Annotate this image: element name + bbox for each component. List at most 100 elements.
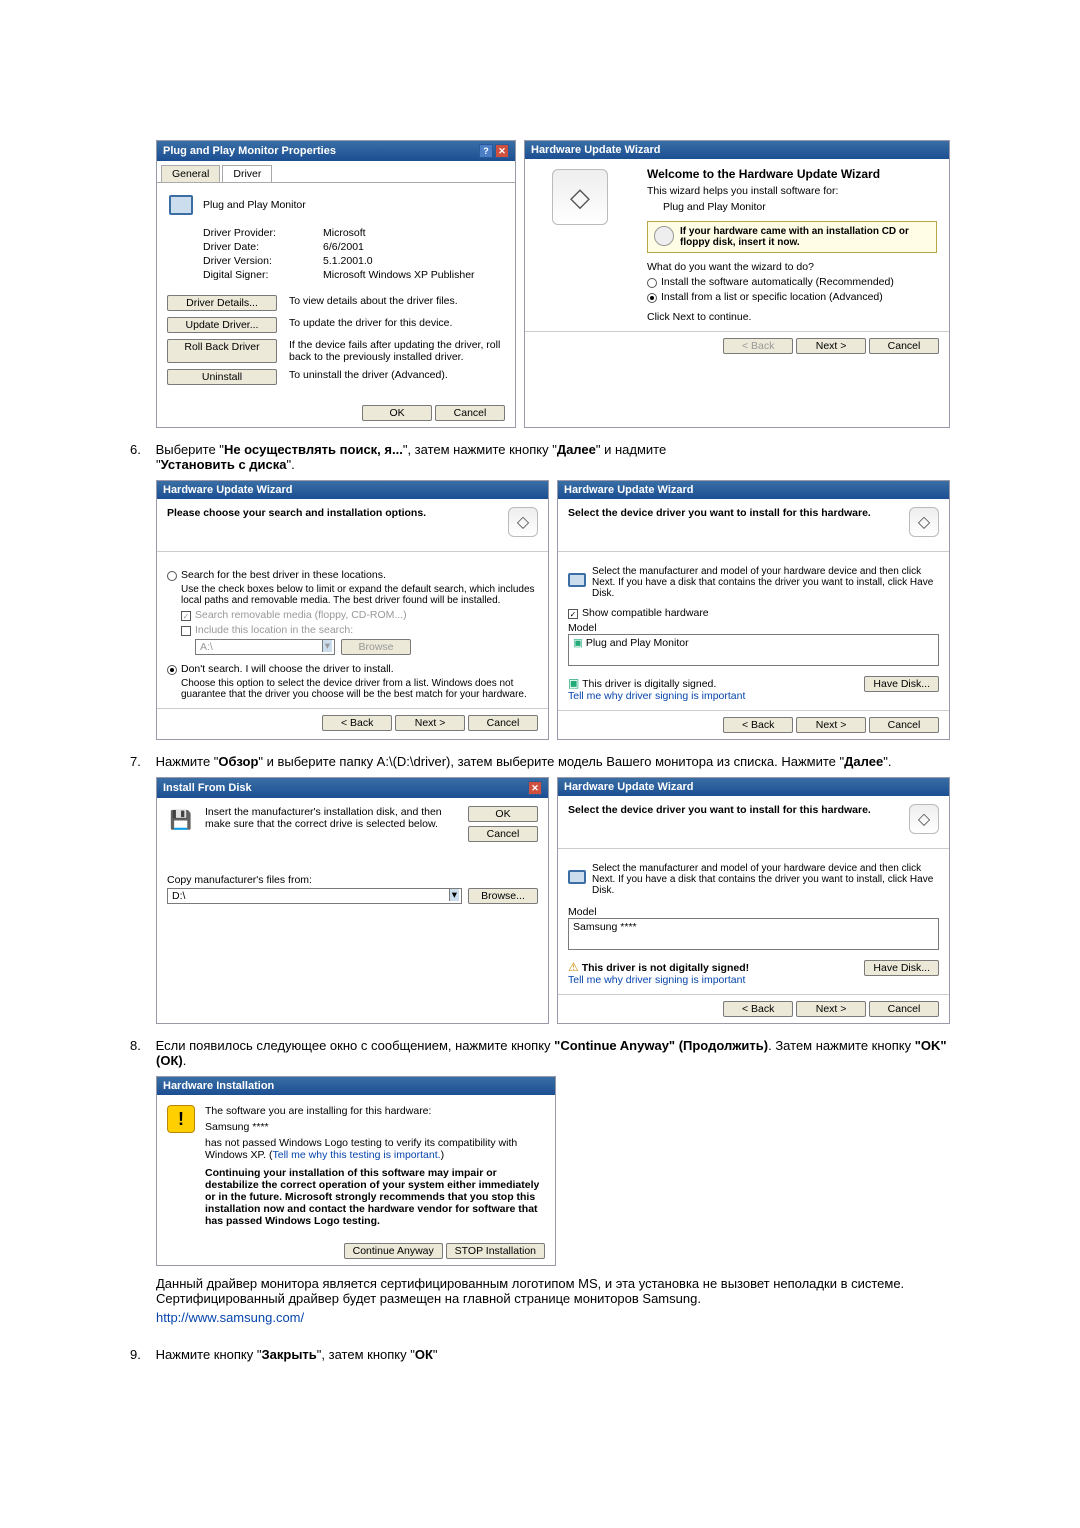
tab-general[interactable]: General [161,165,220,182]
warning-icon: ! [167,1105,195,1133]
testing-important-link[interactable]: Tell me why this testing is important. [273,1149,441,1161]
back-button[interactable]: < Back [723,1001,793,1017]
next-button[interactable]: Next > [796,717,866,733]
continue-anyway-button[interactable]: Continue Anyway [344,1243,443,1259]
wizard-icon: ◇ [508,507,538,537]
version-value: 5.1.2001.0 [323,255,373,267]
stop-installation-button[interactable]: STOP Installation [446,1243,545,1259]
tab-driver[interactable]: Driver [222,165,272,182]
driver-details-button[interactable]: Driver Details... [167,295,277,311]
date-label: Driver Date: [203,241,323,253]
hardware-installation-dialog: Hardware Installation ! The software you… [156,1076,556,1266]
help-icon[interactable]: ? [479,144,493,158]
copy-from-input[interactable]: D:\ [167,888,462,904]
wizard-icon: ◇ [909,507,939,537]
date-value: 6/6/2001 [323,241,364,253]
close-icon[interactable]: ✕ [528,781,542,795]
cd-icon [654,226,674,246]
model-listbox[interactable]: Samsung **** [568,918,939,950]
titlebar: Hardware Update Wizard [525,141,949,159]
device-name: Plug and Play Monitor [203,199,306,211]
dont-search-desc: Choose this option to select the device … [167,678,538,700]
device-icon [568,566,586,594]
window-title: Hardware Update Wizard [564,781,694,793]
window-title: Install From Disk [163,782,252,794]
rollback-driver-desc: If the device fails after updating the d… [277,339,505,363]
model-label: Model [568,906,939,918]
hw-line1: The software you are installing for this… [205,1105,545,1117]
signer-label: Digital Signer: [203,269,323,281]
location-path-input: A:\ [195,639,335,655]
back-button[interactable]: < Back [723,717,793,733]
instruction-step-9: 9. Нажмите кнопку "Закрыть", затем кнопк… [156,1347,950,1362]
check-include-location: Include this location in the search: [167,624,538,636]
certification-note: Данный драйвер монитора является сертифи… [156,1276,936,1306]
hardware-update-wizard-search: Hardware Update Wizard Please choose you… [156,480,549,740]
provider-value: Microsoft [323,227,366,239]
radio-list-location[interactable]: Install from a list or specific location… [647,291,937,303]
wizard-device: Plug and Play Monitor [647,197,937,221]
cancel-button[interactable]: Cancel [869,1001,939,1017]
cancel-button[interactable]: Cancel [869,338,939,354]
hardware-update-wizard-select-compat: Hardware Update Wizard Select the device… [557,480,950,740]
next-button[interactable]: Next > [796,338,866,354]
ok-button[interactable]: OK [468,806,538,822]
hw-warning-text: Continuing your installation of this sof… [205,1167,539,1227]
samsung-link[interactable]: http://www.samsung.com/ [156,1310,304,1325]
wizard-heading: Welcome to the Hardware Update Wizard [647,167,937,181]
uninstall-desc: To uninstall the driver (Advanced). [277,369,505,385]
close-icon[interactable]: ✕ [495,144,509,158]
update-driver-button[interactable]: Update Driver... [167,317,277,333]
back-button: < Back [723,338,793,354]
instr-text: Insert the manufacturer's installation d… [205,806,458,842]
monitor-properties-dialog: Plug and Play Monitor Properties ? ✕ Gen… [156,140,516,428]
next-button[interactable]: Next > [796,1001,866,1017]
cancel-button[interactable]: Cancel [468,826,538,842]
ok-button[interactable]: OK [362,405,432,421]
hardware-update-wizard-welcome: Hardware Update Wizard ◇ Welcome to the … [524,140,950,428]
titlebar: Plug and Play Monitor Properties ? ✕ [157,141,515,161]
browse-button[interactable]: Browse... [468,888,538,904]
wizard-instr: Select the manufacturer and model of you… [592,566,939,599]
update-driver-desc: To update the driver for this device. [277,317,505,333]
copy-from-label: Copy manufacturer's files from: [167,874,538,886]
check-removable-media: Search removable media (floppy, CD-ROM..… [167,609,538,621]
tell-me-link[interactable]: Tell me why driver signing is important [568,690,745,702]
wizard-header: Select the device driver you want to ins… [568,804,871,816]
radio-search-locations[interactable]: Search for the best driver in these loca… [167,569,538,581]
have-disk-button[interactable]: Have Disk... [864,960,939,976]
cancel-button[interactable]: Cancel [435,405,505,421]
radio-auto-install[interactable]: Install the software automatically (Reco… [647,276,937,288]
provider-label: Driver Provider: [203,227,323,239]
signer-value: Microsoft Windows XP Publisher [323,269,475,281]
check-show-compatible[interactable]: Show compatible hardware [568,607,939,619]
wizard-icon: ◇ [552,169,608,225]
wizard-header: Select the device driver you want to ins… [568,507,871,519]
cd-hint-box: If your hardware came with an installati… [647,221,937,253]
window-title: Hardware Update Wizard [564,484,694,496]
tell-me-link[interactable]: Tell me why driver signing is important [568,974,745,986]
hw-device: Samsung **** [205,1121,545,1133]
radio-dont-search[interactable]: Don't search. I will choose the driver t… [167,663,538,675]
instruction-step-6: 6. Выберите "Не осуществлять поиск, я...… [156,442,950,472]
monitor-icon [167,191,195,219]
device-icon [568,863,586,891]
cd-hint-text: If your hardware came with an installati… [680,226,930,248]
window-title: Plug and Play Monitor Properties [163,145,336,157]
back-button[interactable]: < Back [322,715,392,731]
model-listbox[interactable]: ▣ Plug and Play Monitor [568,634,939,666]
have-disk-button[interactable]: Have Disk... [864,676,939,692]
wizard-intro: This wizard helps you install software f… [647,185,937,197]
uninstall-button[interactable]: Uninstall [167,369,277,385]
model-label: Model [568,622,939,634]
search-desc: Use the check boxes below to limit or ex… [167,584,538,606]
window-title: Hardware Update Wizard [531,144,661,156]
cancel-button[interactable]: Cancel [468,715,538,731]
instruction-step-8: 8. Если появилось следующее окно с сообщ… [156,1038,950,1068]
unsigned-text: This driver is not digitally signed! [582,962,749,974]
next-button[interactable]: Next > [395,715,465,731]
disk-icon: 💾 [167,806,195,834]
wizard-sidebar: ◇ [525,159,635,331]
cancel-button[interactable]: Cancel [869,717,939,733]
rollback-driver-button[interactable]: Roll Back Driver [167,339,277,363]
